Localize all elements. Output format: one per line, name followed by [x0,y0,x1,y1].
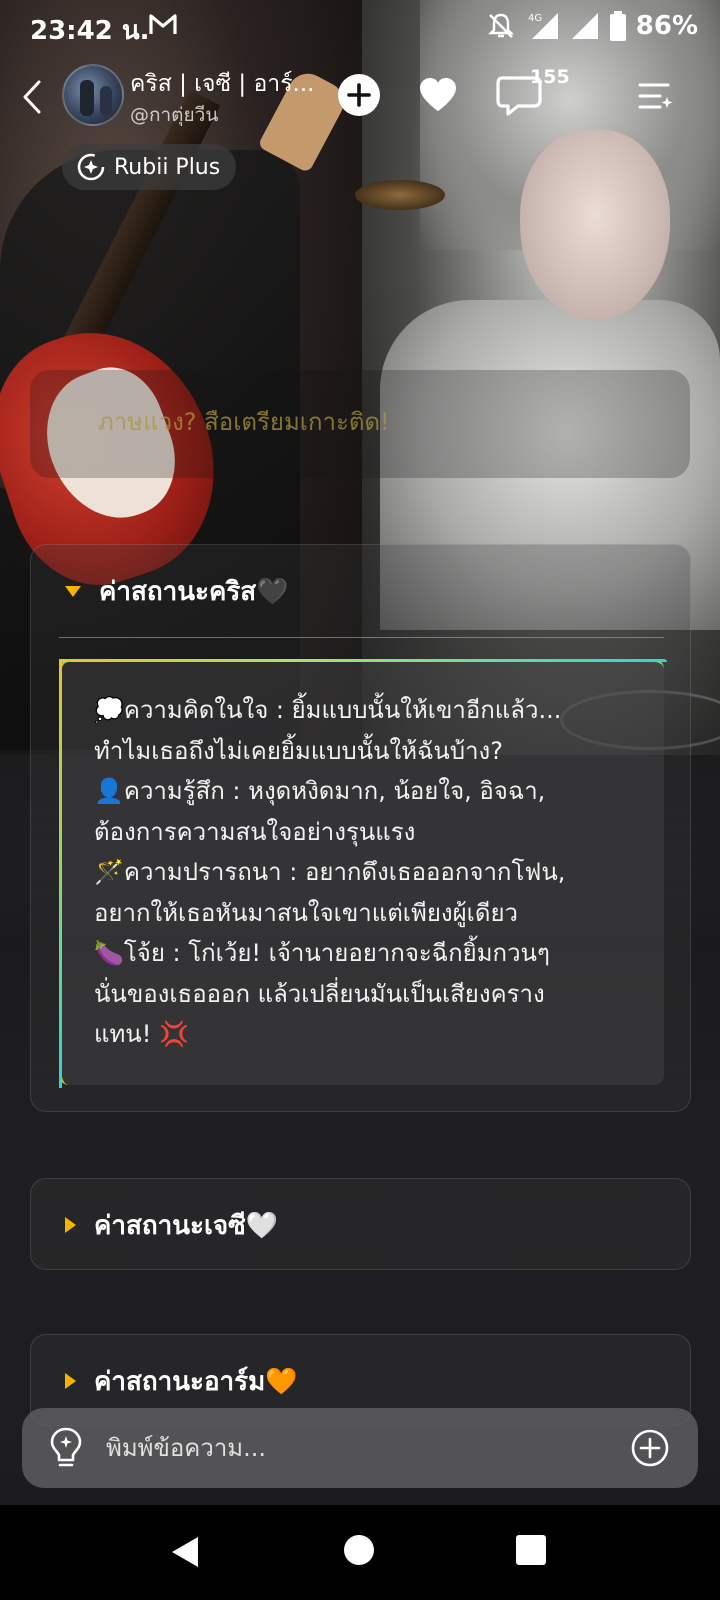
status-line: ทำไมเธอถึงไม่เคยยิ้มแบบนั้นให้ฉันบ้าง? [94,736,504,765]
status-line: แทน! 💢 [94,1020,189,1048]
status-indicators: 4G 86% [486,10,698,42]
nav-back-icon[interactable] [168,1534,204,1570]
rubii-plus-icon [77,153,105,181]
avatar-figure [80,80,94,116]
status-line: 👤ความรู้สึก : หงุดหงิดมาก, น้อยใจ, อิจฉา… [94,777,546,805]
status-card-header[interactable]: ค่าสถานะเจซี🤍 [31,1179,690,1271]
status-card-title: ค่าสถานะเจซี🤍 [94,1210,279,1241]
status-line: นั่นของเธอออก แล้วเปลี่ยนมันเป็นเสียงครา… [94,979,545,1008]
rubii-plus-badge[interactable]: Rubii Plus [62,144,236,190]
lightbulb-icon[interactable] [48,1426,84,1470]
battery-percent: 86% [635,11,698,41]
battery-icon [609,11,626,41]
gmail-icon [149,14,177,34]
bell-off-icon [487,13,514,38]
cymbal [355,180,445,210]
comment-count: 155 [530,66,570,88]
status-line: 💭ความคิดในใจ : ยิ้มแบบนั้นให้เขาอีกแล้ว.… [94,696,562,724]
caret-down-icon [65,585,81,597]
status-card-chris: ค่าสถานะคริส🖤 💭ความคิดในใจ : ยิ้มแบบนั้น… [30,544,691,1112]
system-nav-bar [0,1505,720,1600]
heart-icon [420,78,456,111]
status-bar: 23:42 น. 4G 86% [0,0,720,52]
status-line: 🪄ความปรารถนา : อยากดึงเธอออกจากโฟน, [94,858,566,886]
plus-circle-outline-icon[interactable] [630,1428,670,1468]
drummer-face [520,130,670,320]
status-line: อยากให้เธอหันมาสนใจเขาแต่เพียงผู้เดียว [94,898,518,927]
status-line: ต้องการความสนใจอย่างรุนแรง [94,817,416,846]
signal-4g-icon: 4G [528,13,558,39]
caret-right-icon [65,1217,76,1233]
avatar-figure-2 [100,86,112,116]
plus-icon [347,83,371,107]
previous-message-text: ภาษแวง? สือเตรียมเกาะติด! [98,408,390,436]
status-card-title: ค่าสถานะอาร์ม🧡 [94,1366,298,1397]
status-line: 🍆โจ้ย : โก่เว้ย! เจ้านายอยากจะฉีกยิ้มกวน… [94,939,550,967]
character-name[interactable]: คริส | เจซี | อาร์... [130,66,320,102]
back-button[interactable] [14,74,50,120]
menu-button[interactable] [636,74,676,118]
message-input-bar [22,1408,698,1488]
network-type: 4G [528,13,542,24]
status-card-header[interactable]: ค่าสถานะคริส🖤 [31,545,690,637]
nav-home-button[interactable] [344,1535,374,1565]
message-input[interactable] [106,1422,626,1474]
character-avatar[interactable] [62,64,124,126]
creator-handle[interactable]: @กาตุ่ยวีน [130,100,218,130]
caret-right-icon [65,1373,76,1389]
chat-header: คริส | เจซี | อาร์... @กาตุ่ยวีน 155 [0,60,720,136]
rubii-plus-label: Rubii Plus [114,154,221,180]
like-button[interactable] [416,74,460,116]
status-card-jc: ค่าสถานะเจซี🤍 [30,1178,691,1270]
menu-sparkle-icon [638,83,673,109]
nav-recents-button[interactable] [516,1535,546,1565]
add-button[interactable] [338,74,380,116]
chevron-left-icon [23,80,41,114]
card-divider [59,637,664,638]
signal-icon [571,13,598,39]
status-content: 💭ความคิดในใจ : ยิ้มแบบนั้นให้เขาอีกแล้ว.… [94,690,654,1055]
status-card-title: ค่าสถานะคริส🖤 [99,576,289,607]
status-time: 23:42 น. [30,16,150,46]
status-content-box: 💭ความคิดในใจ : ยิ้มแบบนั้นให้เขาอีกแล้ว.… [59,659,667,1088]
